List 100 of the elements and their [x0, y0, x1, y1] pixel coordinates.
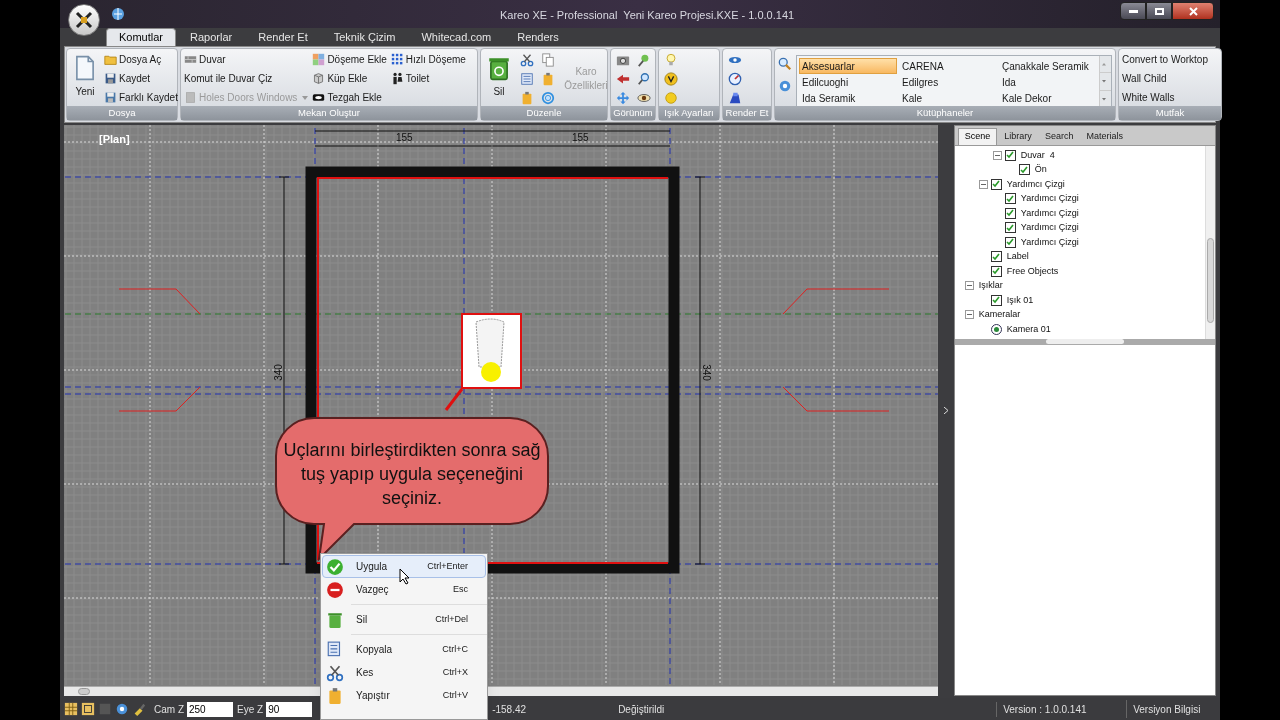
tree-item[interactable]: Yardımcı Çizgi — [1020, 192, 1079, 206]
tree-item[interactable]: Işıklar — [978, 279, 1003, 293]
collapse-toggle[interactable] — [964, 281, 974, 291]
panel-tab[interactable]: Materials — [1080, 128, 1129, 145]
ribbon-button[interactable]: White Walls — [1122, 89, 1208, 106]
ribbon-group-label: Kütüphaneler — [916, 106, 974, 120]
collapse-toggle[interactable] — [992, 150, 1002, 160]
ribbon-tab[interactable]: Teknik Çizim — [321, 28, 408, 46]
ribbon-button[interactable]: Farklı Kaydet — [104, 89, 178, 106]
menu-item[interactable]: Kopyala Ctrl+C — [322, 638, 486, 661]
tree-item[interactable]: Kameralar — [978, 308, 1021, 322]
library-item[interactable]: Edilcuoghi — [799, 74, 897, 90]
vertical-scrollbar[interactable] — [1205, 146, 1215, 339]
checkbox[interactable] — [990, 178, 1002, 190]
library-item[interactable]: Ida — [999, 74, 1097, 90]
ribbon-button[interactable]: Hızlı Döşeme — [390, 51, 466, 68]
ribbon-button[interactable]: Dosya Aç — [104, 51, 178, 68]
scissors-icon — [326, 663, 344, 682]
library-item[interactable]: Aksesuarlar — [799, 58, 897, 74]
library-item[interactable]: Ida Seramik — [799, 90, 897, 106]
tree-item[interactable]: Label — [1006, 250, 1029, 264]
menu-item[interactable]: Yapıştır Ctrl+V — [322, 684, 486, 707]
input-field[interactable]: 250 — [187, 701, 233, 717]
version-info-button[interactable]: Versiyon Bilgisi — [1126, 700, 1207, 718]
ribbon-button[interactable]: Toilet — [390, 70, 466, 87]
recycle-bin-icon — [326, 610, 344, 629]
coordinate-text: -158.42 — [492, 702, 528, 717]
minimize-button[interactable] — [1120, 2, 1146, 20]
radio-button[interactable] — [990, 323, 1002, 335]
checkbox[interactable] — [1004, 207, 1016, 219]
checkbox[interactable] — [990, 265, 1002, 277]
collapse-toggle[interactable] — [964, 310, 974, 320]
tree-item[interactable]: Duvar 4 — [1020, 148, 1055, 162]
checkbox[interactable] — [990, 294, 1002, 306]
ribbon-button[interactable]: Döşeme Ekle — [312, 51, 387, 68]
ribbon-group-label: Mutfak — [1155, 106, 1185, 120]
ribbon-button[interactable]: Kaydet — [104, 70, 178, 87]
ribbon-button[interactable]: Komut ile Duvar Çiz — [184, 70, 309, 87]
panel-tab[interactable]: Scene — [957, 128, 998, 145]
ribbon-tab[interactable]: Renders — [505, 28, 571, 46]
counter-icon — [312, 91, 326, 104]
menu-item[interactable]: Kes Ctrl+X — [322, 661, 486, 684]
search-icon — [778, 57, 792, 71]
menu-item[interactable]: Sil Ctrl+Del — [322, 608, 486, 631]
maximize-button[interactable] — [1146, 2, 1172, 20]
library-item[interactable]: Kale — [899, 90, 997, 106]
ribbon-icon-button[interactable] — [662, 70, 679, 87]
library-item[interactable]: CARENA — [899, 58, 997, 74]
ribbon-button[interactable]: Küp Ekle — [312, 70, 387, 87]
ribbon-tab[interactable]: Render Et — [246, 28, 320, 46]
ribbon-icon-button[interactable] — [635, 70, 652, 87]
minus-circle-icon — [326, 580, 344, 599]
panel-tab[interactable]: Search — [1038, 128, 1080, 145]
ribbon-button[interactable]: Duvar — [184, 51, 309, 68]
frame-icon — [81, 702, 95, 716]
app-logo-icon[interactable] — [68, 4, 100, 36]
input-field[interactable]: 90 — [266, 701, 313, 717]
ribbon-tab[interactable]: Raporlar — [178, 28, 245, 46]
dimension-label: 340 — [271, 364, 285, 381]
menu-item[interactable]: Uygula Ctrl+Enter — [322, 555, 486, 578]
checkbox[interactable] — [1004, 222, 1016, 234]
pin-icon — [636, 52, 651, 67]
collapse-toggle[interactable] — [978, 179, 988, 189]
ribbon-group-label: Işık Ayarları — [664, 106, 714, 120]
checkbox[interactable] — [1004, 149, 1016, 161]
ribbon-button[interactable]: Tezgah Ekle — [312, 89, 387, 106]
caret-down-icon — [302, 95, 309, 100]
tree-item[interactable]: Yardımcı Çizgi — [1020, 235, 1079, 249]
splitter-handle[interactable] — [1045, 339, 1124, 344]
ribbon-button[interactable]: Yeni — [70, 51, 100, 106]
ribbon-icon-button[interactable] — [726, 70, 743, 87]
library-item[interactable]: Çanakkale Seramik — [999, 58, 1097, 74]
tree-item[interactable]: Free Objects — [1006, 264, 1059, 278]
checkbox[interactable] — [990, 251, 1002, 263]
square-icon — [98, 702, 112, 716]
scissors-icon — [519, 52, 534, 67]
tree-item[interactable]: Işık 01 — [1006, 293, 1034, 307]
letter-badge-icon — [663, 71, 678, 86]
tree-item[interactable]: Yardımcı Çizgi — [1006, 177, 1065, 191]
ribbon-button[interactable]: Sil — [484, 51, 514, 106]
panel-tab[interactable]: Library — [998, 128, 1038, 145]
magnifier-icon — [636, 71, 651, 86]
ribbon-tab[interactable]: Whitecad.com — [409, 28, 504, 46]
tree-item[interactable]: Kamera 01 — [1006, 322, 1051, 336]
library-item[interactable]: Edilgres — [899, 74, 997, 90]
tree-item[interactable]: Yardımcı Çizgi — [1020, 221, 1079, 235]
checkbox[interactable] — [1004, 236, 1016, 248]
ribbon-button[interactable]: Convert to Worktop — [1122, 51, 1208, 68]
ribbon-tab[interactable]: Komutlar — [106, 28, 177, 46]
checkbox[interactable] — [1004, 193, 1016, 205]
brick-wall-icon — [184, 53, 197, 66]
library-item[interactable]: Kale Dekor — [999, 90, 1097, 106]
checkbox[interactable] — [1018, 164, 1030, 176]
ribbon-button[interactable]: Wall Child — [1122, 70, 1208, 87]
close-button[interactable] — [1172, 2, 1214, 20]
menu-item[interactable]: Vazgeç Esc — [322, 578, 486, 601]
tree-item[interactable]: Yardımcı Çizgi — [1020, 206, 1079, 220]
tree-item[interactable]: Ön — [1034, 163, 1047, 177]
view-label: [Plan] — [99, 132, 130, 147]
globe-icon[interactable] — [110, 6, 126, 22]
